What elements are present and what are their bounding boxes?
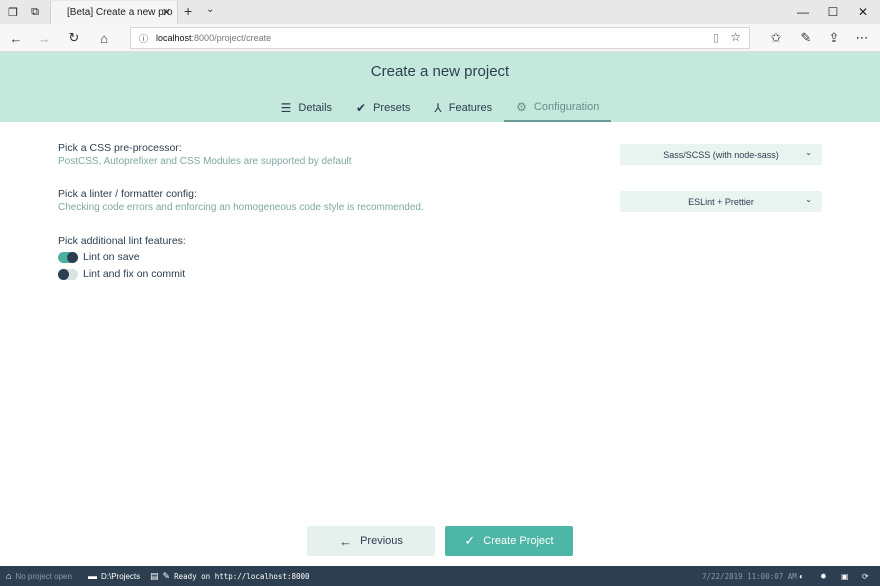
share-icon[interactable]: ⇪	[824, 28, 844, 48]
status-datetime: 7/22/2019 11:00:07 AM	[702, 566, 797, 586]
toggle-knob	[67, 251, 78, 263]
chevron-down-icon: ⌄	[805, 195, 812, 204]
chevron-down-icon: ⌄	[805, 148, 812, 157]
favorites-icon[interactable]: ✩	[766, 28, 786, 48]
lint-on-commit-toggle[interactable]	[58, 268, 78, 280]
app-header: Create a new project ☰ Details ✔ Presets…	[0, 52, 880, 122]
css-preprocessor-row: Pick a CSS pre-processor: PostCSS, Autop…	[58, 142, 822, 167]
tab-details[interactable]: ☰ Details	[269, 94, 344, 122]
lint-on-commit-label: Lint and fix on commit	[83, 268, 186, 280]
address-bar[interactable]: ⓘ localhost:8000/project/create ▯ ☆	[130, 27, 750, 49]
console-icon: ▤	[150, 570, 159, 581]
log-pen-icon: ✎	[162, 570, 171, 581]
linter-value: ESLint + Prettier	[688, 196, 754, 207]
status-project-label: No project open	[15, 571, 72, 581]
page-title: Create a new project	[370, 63, 510, 80]
pen-icon[interactable]: ✎	[796, 28, 816, 48]
url-path: :8000/project/create	[191, 33, 272, 43]
toggle-knob	[58, 268, 69, 280]
more-icon[interactable]: ⋯	[852, 28, 872, 48]
tab-configuration-label: Configuration	[533, 101, 600, 113]
translate-icon[interactable]: ▣	[841, 566, 849, 586]
arrow-left-icon: ←	[339, 533, 353, 549]
home-icon[interactable]: ⌂	[94, 28, 114, 48]
star-icon[interactable]: ☆	[730, 30, 741, 44]
create-project-button[interactable]: ✓ Create Project	[445, 526, 573, 556]
tab-preview-icon[interactable]: ⧉	[24, 1, 46, 23]
folder-icon: ▬	[88, 571, 97, 581]
lint-on-save-toggle[interactable]	[58, 251, 78, 263]
chevron-down-icon[interactable]: ⌄	[206, 4, 214, 15]
browser-nav-bar: ← → ↻ ⌂ ⓘ localhost:8000/project/create …	[0, 24, 880, 52]
css-preprocessor-select[interactable]: Sass/SCSS (with node-sass) ⌄	[620, 144, 822, 165]
lint-on-commit-option[interactable]: Lint and fix on commit	[58, 267, 185, 281]
maximize-icon[interactable]: ☐	[818, 0, 848, 24]
check-icon: ✓	[464, 533, 476, 548]
browser-tab-bar: ❐ ⧉ [Beta] Create a new pro ✕ + ⌄ — ☐ ✕	[0, 0, 880, 24]
fork-icon: ⅄	[434, 101, 442, 115]
refresh-icon[interactable]: ↻	[64, 28, 84, 48]
gear-icon: ⚙	[516, 100, 527, 114]
list-icon: ☰	[280, 101, 292, 115]
tab-presets-label: Presets	[373, 102, 411, 114]
page: { "browser": { "tab_title": "[Beta] Crea…	[0, 0, 880, 586]
create-project-label: Create Project	[483, 535, 554, 547]
tab-configuration[interactable]: ⚙ Configuration	[504, 94, 612, 122]
status-datetime-label: 7/22/2019 11:00:07 AM	[702, 571, 797, 581]
dark-mode-icon[interactable]: ◐	[799, 566, 804, 586]
close-window-icon[interactable]: ✕	[848, 0, 878, 24]
url-host: localhost	[156, 33, 192, 43]
minimize-icon[interactable]: —	[788, 0, 818, 24]
tab-close-icon[interactable]: ✕	[162, 6, 171, 19]
lint-on-save-label: Lint on save	[83, 251, 140, 263]
sync-icon[interactable]: ⟳	[862, 566, 869, 586]
previous-button[interactable]: ← Previous	[307, 526, 435, 556]
tab-details-label: Details	[298, 102, 333, 114]
plus-icon[interactable]: +	[184, 3, 192, 19]
previous-label: Previous	[360, 535, 403, 547]
status-log[interactable]: ▤ ✎ Ready on http://localhost:8000	[150, 566, 310, 586]
status-project[interactable]: ⌂ No project open	[6, 566, 72, 586]
tab-features-label: Features	[448, 102, 493, 114]
lint-on-save-option[interactable]: Lint on save	[58, 250, 140, 264]
status-folder[interactable]: ▬ D:\Projects	[88, 566, 140, 586]
home-icon: ⌂	[6, 571, 12, 581]
tab-features[interactable]: ⅄ Features	[422, 94, 504, 122]
lint-features-title: Pick additional lint features:	[58, 235, 186, 247]
forward-icon[interactable]: →	[34, 28, 54, 48]
back-icon[interactable]: ←	[6, 28, 26, 48]
tab-title: [Beta] Create a new pro	[67, 7, 173, 18]
tab-presets[interactable]: ✔ Presets	[344, 94, 422, 122]
bug-icon[interactable]: ✹	[820, 566, 827, 586]
reading-view-icon[interactable]: ▯	[713, 31, 719, 44]
status-log-label: Ready on http://localhost:8000	[174, 571, 310, 581]
tab-actions-icon[interactable]: ❐	[2, 1, 24, 23]
site-info-icon[interactable]: ⓘ	[139, 32, 148, 45]
css-preprocessor-value: Sass/SCSS (with node-sass)	[663, 149, 779, 160]
linter-select[interactable]: ESLint + Prettier ⌄	[620, 191, 822, 212]
status-bar: ⌂ No project open ▬ D:\Projects ▤ ✎ Read…	[0, 566, 880, 586]
step-tabs: ☰ Details ✔ Presets ⅄ Features ⚙ Configu…	[0, 94, 880, 122]
browser-tab[interactable]: [Beta] Create a new pro ✕	[50, 1, 178, 24]
linter-row: Pick a linter / formatter config: Checki…	[58, 188, 822, 213]
status-folder-label: D:\Projects	[101, 571, 141, 581]
check-circle-icon: ✔	[356, 101, 367, 115]
